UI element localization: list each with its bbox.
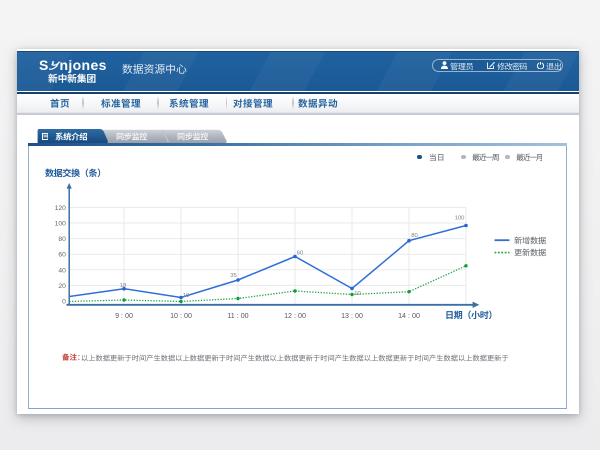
svg-text:10: 10 bbox=[183, 293, 190, 299]
svg-text:40: 40 bbox=[58, 267, 66, 274]
svg-text:120: 120 bbox=[55, 205, 66, 212]
svg-text:11 : 00: 11 : 00 bbox=[227, 312, 248, 320]
svg-text:20: 20 bbox=[58, 283, 66, 290]
svg-text:18: 18 bbox=[120, 283, 127, 289]
svg-text:100: 100 bbox=[455, 216, 466, 222]
svg-text:10: 10 bbox=[354, 291, 361, 297]
svg-text:12 : 00: 12 : 00 bbox=[284, 312, 306, 320]
svg-text:10 : 00: 10 : 00 bbox=[170, 312, 192, 320]
svg-text:100: 100 bbox=[55, 221, 66, 228]
svg-text:80: 80 bbox=[411, 233, 418, 239]
svg-text:0: 0 bbox=[62, 299, 66, 306]
svg-text:60: 60 bbox=[58, 252, 66, 259]
svg-text:60: 60 bbox=[297, 251, 304, 257]
svg-text:13 : 00: 13 : 00 bbox=[341, 312, 363, 320]
svg-text:9 : 00: 9 : 00 bbox=[115, 312, 133, 320]
svg-text:35: 35 bbox=[230, 273, 237, 279]
svg-text:80: 80 bbox=[58, 236, 66, 243]
svg-text:14 : 00: 14 : 00 bbox=[398, 312, 420, 320]
